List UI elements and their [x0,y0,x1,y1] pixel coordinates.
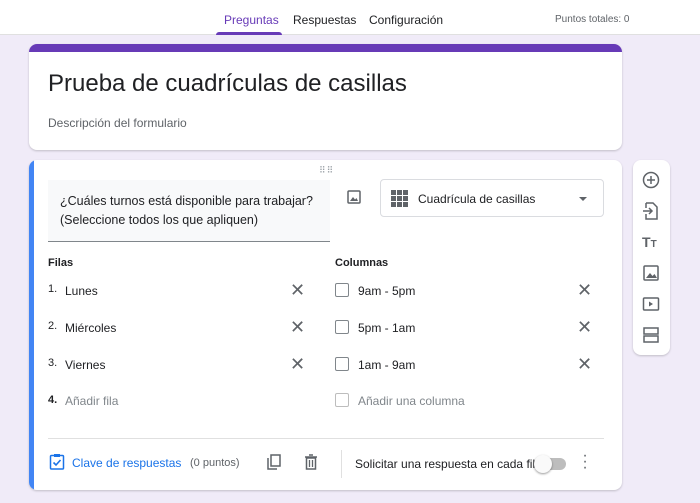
side-toolbar: TT [633,160,670,355]
tab-respuestas[interactable]: Respuestas [293,13,356,27]
checkbox-icon [335,393,349,407]
row-option[interactable]: Miércoles [65,321,116,339]
question-type-dropdown[interactable]: Cuadrícula de casillas [380,179,604,217]
remove-row-icon[interactable]: ✕ [290,281,305,299]
remove-column-icon[interactable]: ✕ [577,281,592,299]
total-points: Puntos totales: 0 [555,14,630,25]
top-nav: Preguntas Respuestas Configuración Punto… [0,0,700,35]
form-title[interactable]: Prueba de cuadrículas de casillas [48,70,407,98]
remove-row-icon[interactable]: ✕ [290,355,305,373]
rows-heading: Filas [48,257,74,269]
remove-column-icon[interactable]: ✕ [577,318,592,336]
row-number: 3. [48,357,58,369]
more-options-icon[interactable]: · · · [582,448,588,476]
form-header-card: Prueba de cuadrículas de casillas Descri… [29,44,622,150]
checkbox-icon [335,320,349,334]
row-option[interactable]: Viernes [65,358,105,376]
add-image-icon[interactable] [642,264,660,287]
question-title-input[interactable]: ¿Cuáles turnos está disponible para trab… [48,180,330,242]
require-response-label: Solicitar una respuesta en cada fila [355,457,542,471]
form-description[interactable]: Descripción del formulario [48,116,187,130]
row-number: 1. [48,283,58,295]
checkbox-icon [335,283,349,297]
row-option[interactable]: Lunes [65,284,98,302]
answer-key-button[interactable]: Clave de respuestas [72,456,181,470]
points-value: (0 puntos) [190,457,240,469]
active-tab-indicator [216,32,282,35]
add-video-icon[interactable] [642,295,660,318]
column-option[interactable]: 1am - 9am [358,358,415,376]
answer-key-icon[interactable] [49,453,65,475]
row-number: 4. [48,394,58,406]
tab-preguntas[interactable]: Preguntas [224,13,279,27]
remove-row-icon[interactable]: ✕ [290,318,305,336]
active-indicator [29,160,34,490]
question-type-label: Cuadrícula de casillas [418,192,536,206]
drag-handle-icon[interactable]: ⠿⠿ [319,165,334,176]
add-row-button[interactable]: Añadir fila [65,394,118,412]
import-questions-icon[interactable] [642,202,660,225]
columns-heading: Columnas [335,257,389,269]
add-section-icon[interactable] [642,326,660,349]
add-column-button[interactable]: Añadir una columna [358,394,465,412]
row-number: 2. [48,320,58,332]
remove-column-icon[interactable]: ✕ [577,355,592,373]
require-response-toggle[interactable] [534,455,566,473]
checkbox-icon [335,357,349,371]
delete-icon[interactable] [304,454,318,475]
duplicate-icon[interactable] [267,454,281,475]
add-question-icon[interactable] [642,171,660,194]
chevron-down-icon [579,197,587,201]
column-option[interactable]: 9am - 5pm [358,284,415,302]
add-image-icon[interactable] [347,190,361,209]
grid-icon [391,190,408,212]
question-card: ⠿⠿ ¿Cuáles turnos está disponible para t… [29,160,622,490]
footer-separator [341,450,342,478]
header-accent-bar [29,44,622,52]
tab-configuracion[interactable]: Configuración [369,13,443,27]
add-title-icon[interactable]: TT [642,234,657,250]
footer-divider [48,438,604,439]
column-option[interactable]: 5pm - 1am [358,321,415,339]
